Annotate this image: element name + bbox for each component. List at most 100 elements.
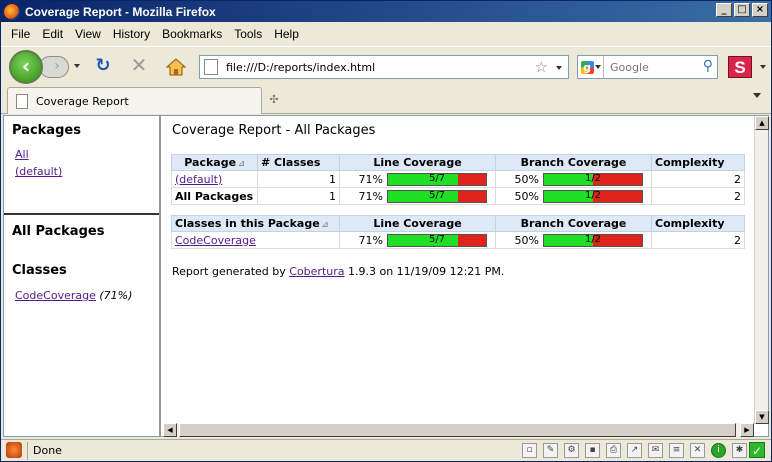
- header-package[interactable]: Package ⊿: [171, 154, 258, 171]
- search-icon[interactable]: ⚲: [703, 58, 713, 74]
- bookmark-star-icon[interactable]: ☆: [535, 58, 548, 76]
- web-dev-icon[interactable]: ⚙: [564, 443, 579, 458]
- firefox-icon: [4, 3, 20, 20]
- page-title: Coverage Report - All Packages: [172, 123, 376, 138]
- menu-bookmarks[interactable]: Bookmarks: [156, 27, 228, 41]
- scroll-up-icon[interactable]: ▲: [755, 116, 769, 130]
- info-icon[interactable]: i: [711, 443, 726, 458]
- tab-list-icon[interactable]: [753, 93, 761, 98]
- packages-heading: Packages: [12, 123, 81, 138]
- branch-coverage-bar: 1/2: [543, 189, 643, 203]
- status-text: Done: [33, 444, 62, 457]
- package-link[interactable]: (default): [175, 173, 222, 186]
- close-button[interactable]: ×: [752, 3, 768, 17]
- menu-help[interactable]: Help: [268, 27, 305, 41]
- branch-coverage-bar: 1/2: [543, 233, 643, 247]
- search-engine-selector[interactable]: g: [578, 56, 604, 78]
- branch-coverage-bar: 1/2: [543, 172, 643, 186]
- url-dropdown-icon[interactable]: [556, 66, 562, 70]
- addon-dropdown-icon[interactable]: [760, 65, 766, 69]
- header-line-coverage[interactable]: Line Coverage: [339, 154, 496, 171]
- frame-splitter[interactable]: [4, 213, 159, 216]
- back-button[interactable]: ‹: [9, 50, 43, 84]
- search-input[interactable]: [610, 60, 696, 74]
- report-frame: Coverage Report - All Packages Package ⊿ …: [163, 116, 754, 424]
- url-text[interactable]: file:///D:/reports/index.html: [226, 61, 375, 74]
- page-info-icon[interactable]: ▫: [522, 443, 537, 458]
- class-coverage-pct: (71%): [99, 289, 133, 302]
- package-total-label: All Packages: [171, 187, 258, 205]
- header-line-coverage[interactable]: Line Coverage: [339, 215, 496, 232]
- page-content: Packages All (default) All Packages Clas…: [3, 115, 769, 437]
- addon-icons: ▫ ✎ ⚙ ▪ ⎙ ↗ ✉ ≡ ✕ i ✱: [522, 443, 747, 458]
- header-branch-coverage[interactable]: Branch Coverage: [495, 215, 652, 232]
- maximize-button[interactable]: □: [734, 3, 750, 17]
- menu-history[interactable]: History: [107, 27, 156, 41]
- class-table: Classes in this Package ⊿ Line Coverage B…: [171, 215, 745, 249]
- tab-strip: Coverage Report ✣: [1, 85, 771, 114]
- forward-button[interactable]: ›: [39, 56, 69, 78]
- menu-edit[interactable]: Edit: [36, 27, 69, 41]
- url-bar[interactable]: file:///D:/reports/index.html ☆: [199, 55, 569, 79]
- addon-s-button[interactable]: S: [728, 56, 752, 78]
- title-bar: Coverage Report - Mozilla Firefox _ □ ×: [1, 1, 771, 22]
- header-branch-coverage[interactable]: Branch Coverage: [495, 154, 652, 171]
- new-tab-button[interactable]: ✣: [263, 90, 285, 112]
- navigation-toolbar: › ‹ ↻ ✕ file:///D:/reports/index.html ☆ …: [1, 46, 771, 84]
- page-icon: [16, 93, 28, 109]
- header-complexity[interactable]: Complexity: [651, 154, 745, 171]
- scroll-left-icon[interactable]: ◀: [163, 423, 177, 437]
- menu-view[interactable]: View: [69, 27, 107, 41]
- menu-file[interactable]: File: [5, 27, 36, 41]
- vertical-scrollbar[interactable]: ▲ ▼: [754, 116, 769, 424]
- home-icon[interactable]: [165, 56, 187, 78]
- classes-count: 1: [257, 187, 340, 205]
- window-title: Coverage Report - Mozilla Firefox: [25, 4, 216, 19]
- page-icon: [204, 59, 218, 75]
- tab-coverage-report[interactable]: Coverage Report: [7, 87, 262, 114]
- save-icon[interactable]: ▪: [585, 443, 600, 458]
- firebug-icon[interactable]: [6, 442, 22, 458]
- scroll-thumb[interactable]: [179, 423, 736, 437]
- branch-pct: 50%: [514, 172, 539, 186]
- print-icon[interactable]: ⎙: [606, 443, 621, 458]
- line-coverage-fraction: 5/7: [428, 233, 446, 245]
- class-link-codecoverage[interactable]: CodeCoverage: [15, 289, 96, 302]
- report-footer: Report generated by Cobertura 1.9.3 on 1…: [172, 265, 504, 278]
- list-icon[interactable]: ≡: [669, 443, 684, 458]
- mail-icon[interactable]: ✉: [648, 443, 663, 458]
- table-row: (default) 1 71% 5/7 50% 1/2 2: [171, 170, 745, 188]
- window-controls: _ □ ×: [716, 3, 768, 17]
- pen-icon[interactable]: ✎: [543, 443, 558, 458]
- table-row: All Packages 1 71% 5/7 50% 1/2 2: [171, 187, 745, 205]
- minimize-button[interactable]: _: [716, 3, 732, 17]
- link-icon[interactable]: ↗: [627, 443, 642, 458]
- scroll-right-icon[interactable]: ▶: [740, 423, 754, 437]
- classes-count: 1: [257, 170, 340, 188]
- complexity-value: 2: [651, 170, 745, 188]
- header-classes[interactable]: # Classes: [257, 154, 340, 171]
- history-dropdown-icon[interactable]: [74, 64, 80, 68]
- reload-icon[interactable]: ↻: [93, 57, 113, 77]
- tools-icon[interactable]: ✕: [690, 443, 705, 458]
- header-classes-in-package[interactable]: Classes in this Package ⊿: [171, 215, 340, 232]
- sort-icon: ⊿: [321, 220, 329, 229]
- stop-icon[interactable]: ✕: [129, 55, 149, 76]
- package-link-default[interactable]: (default): [15, 165, 62, 178]
- menu-tools[interactable]: Tools: [228, 27, 268, 41]
- package-link-all[interactable]: All: [15, 148, 29, 161]
- class-list-item: CodeCoverage (71%): [15, 289, 132, 302]
- browser-window: Coverage Report - Mozilla Firefox _ □ × …: [0, 0, 772, 462]
- cobertura-link[interactable]: Cobertura: [289, 265, 344, 278]
- google-icon: g: [580, 60, 594, 74]
- engine-dropdown-icon: [594, 65, 601, 69]
- branch-coverage-fraction: 1/2: [584, 233, 602, 245]
- header-complexity[interactable]: Complexity: [651, 215, 745, 232]
- class-link[interactable]: CodeCoverage: [175, 234, 256, 247]
- scroll-down-icon[interactable]: ▼: [755, 410, 769, 424]
- line-coverage-bar: 5/7: [387, 172, 487, 186]
- horizontal-scrollbar[interactable]: ◀ ▶: [163, 423, 754, 437]
- validator-check-icon[interactable]: ✓: [749, 442, 765, 458]
- table-row: CodeCoverage 71% 5/7 50% 1/2 2: [171, 231, 745, 249]
- bug-icon[interactable]: ✱: [732, 443, 747, 458]
